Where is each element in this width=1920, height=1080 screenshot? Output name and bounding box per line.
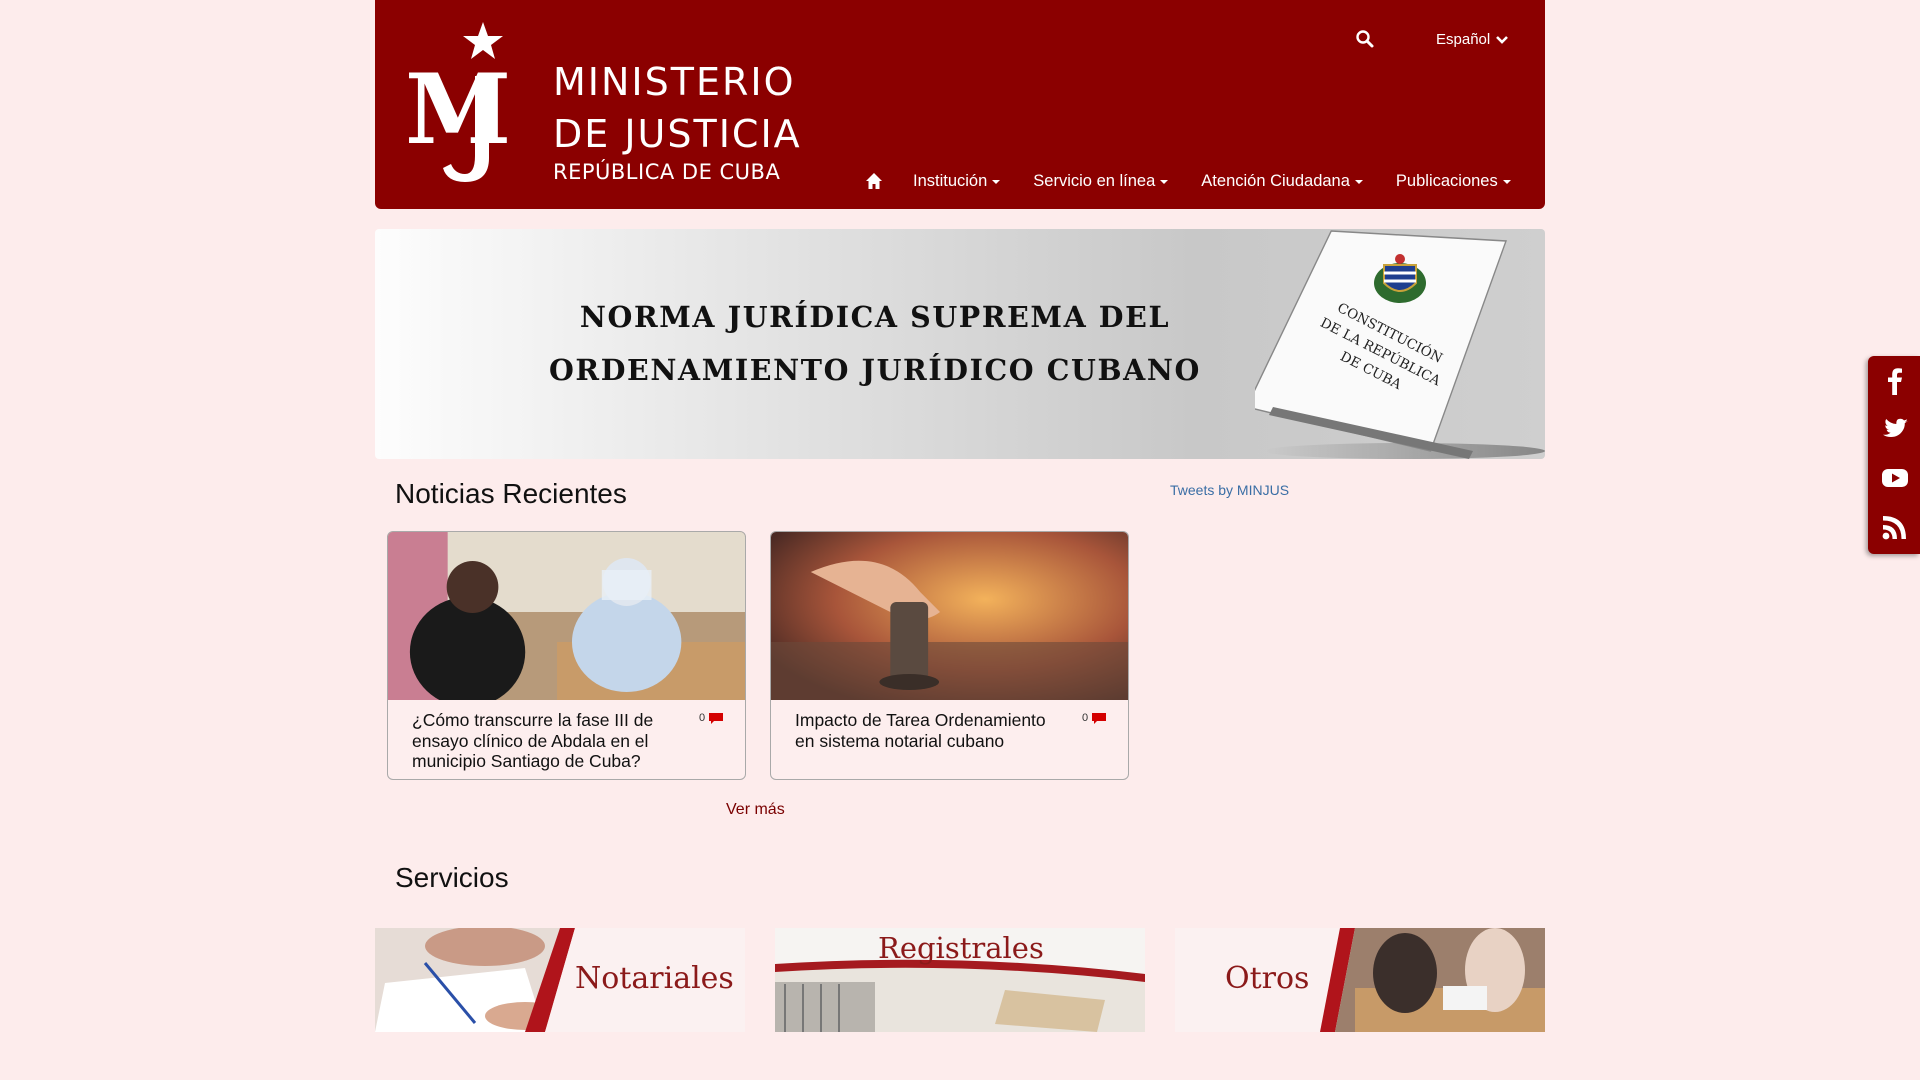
rss-icon[interactable] [1881,513,1909,541]
service-label: Otros [1225,961,1310,996]
see-more-link[interactable]: Ver más [726,801,785,819]
comment-icon [709,712,724,724]
service-registrales[interactable]: Registrales [775,928,1145,1032]
nav-item-institucion[interactable]: Institución [913,171,1001,191]
facebook-icon[interactable] [1881,367,1909,395]
logo-line-1: MINISTERIO [553,60,796,104]
nav-label: Institución [913,171,988,190]
youtube-icon[interactable] [1881,464,1909,492]
constitution-banner[interactable]: NORMA JURÍDICA SUPREMA DEL ORDENAMIENTO … [375,229,1545,459]
social-sidebar [1868,356,1920,554]
twitter-icon[interactable] [1881,415,1909,443]
comment-icon [1092,712,1107,724]
comment-count: 0 [1082,712,1107,724]
logo-line-2: DE JUSTICIA [553,112,802,156]
banner-headline: NORMA JURÍDICA SUPREMA DEL ORDENAMIENTO … [475,291,1275,397]
news-image-clinical-trial [388,532,745,700]
nav-item-atencion-ciudadana[interactable]: Atención Ciudadana [1201,172,1363,191]
news-card[interactable]: Impacto de Tarea Ordenamiento en sistema… [770,531,1129,780]
caret-down-icon [1160,180,1169,184]
logo-line-3: REPÚBLICA DE CUBA [553,160,781,184]
nav-label: Publicaciones [1395,171,1498,190]
service-label: Notariales [575,961,734,996]
logo-mark-icon: M [405,22,511,182]
site-logo[interactable]: M MINISTERIO DE JUSTICIA REPÚBLICA DE CU… [403,18,803,188]
service-notariales[interactable]: Notariales [375,928,745,1032]
caret-down-icon [1354,180,1363,184]
caret-down-icon [1502,180,1511,184]
banner-line-2: ORDENAMIENTO JURÍDICO CUBANO [549,353,1201,387]
news-card[interactable]: ¿Cómo transcurre la fase III de ensayo c… [387,531,746,780]
tweets-link[interactable]: Tweets by MINJUS [1170,482,1289,498]
site-header: M MINISTERIO DE JUSTICIA REPÚBLICA DE CU… [375,0,1545,209]
service-label: Registrales [878,931,1044,965]
chevron-down-icon [1496,36,1509,44]
nav-item-servicio-en-linea[interactable]: Servicio en línea [1033,171,1169,191]
comment-count: 0 [699,712,724,724]
comment-count-value: 0 [1082,712,1089,724]
news-title: ¿Cómo transcurre la fase III de ensayo c… [412,710,654,771]
news-section-title: Noticias Recientes [395,478,627,509]
news-title: Impacto de Tarea Ordenamiento en sistema… [795,710,1046,751]
home-icon[interactable] [865,172,883,190]
service-otros[interactable]: Otros [1175,928,1545,1032]
language-label: Español [1436,31,1491,48]
news-image-notary-stamp [771,532,1128,700]
services-section-title: Servicios [395,862,509,893]
nav-label: Servicio en línea [1033,171,1156,190]
banner-line-1: NORMA JURÍDICA SUPREMA DEL [579,300,1171,334]
nav-item-publicaciones[interactable]: Publicaciones [1396,172,1511,191]
language-selector[interactable]: Español [1436,31,1509,48]
main-nav: Institución Servicio en línea Atención C… [865,168,1511,194]
caret-down-icon [992,180,1001,184]
nav-label: Atención Ciudadana [1201,171,1350,190]
search-icon[interactable] [1355,29,1375,49]
svg-text:M: M [405,53,511,166]
comment-count-value: 0 [699,712,706,724]
